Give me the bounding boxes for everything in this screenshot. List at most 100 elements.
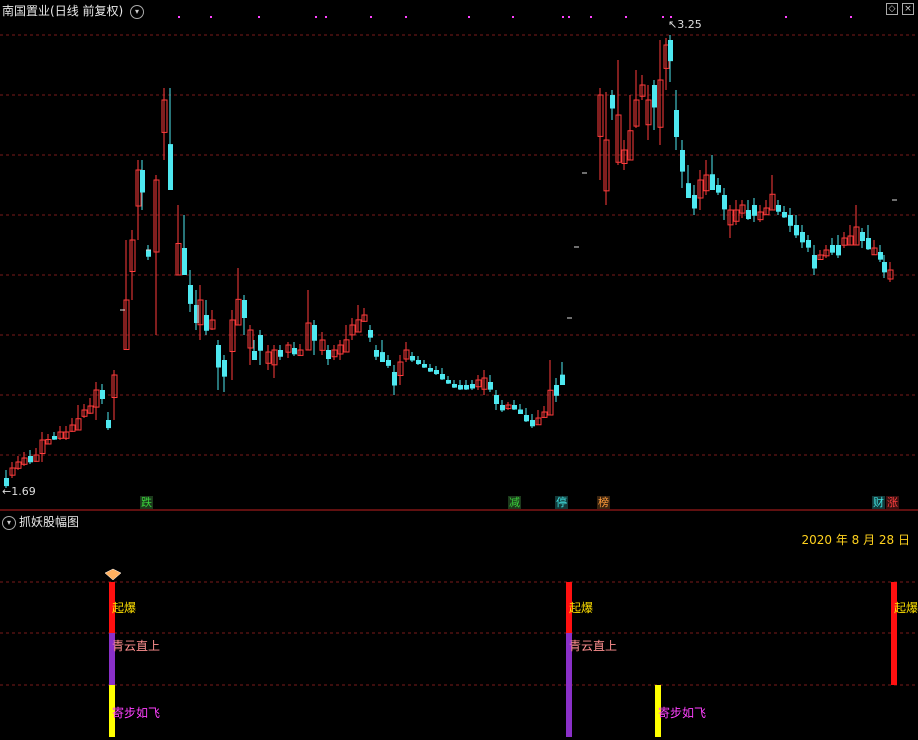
candle-body bbox=[836, 245, 841, 256]
candle-body bbox=[652, 85, 657, 108]
candle-body bbox=[716, 185, 721, 193]
candle-body bbox=[722, 195, 727, 210]
candle-body bbox=[518, 409, 523, 414]
arrow-icon: ← bbox=[2, 485, 12, 498]
candle-body bbox=[392, 372, 397, 386]
marker-dot bbox=[258, 16, 260, 18]
marker-dot bbox=[178, 16, 180, 18]
candle-body bbox=[380, 352, 385, 362]
close-icon[interactable]: × bbox=[902, 3, 914, 15]
signal-qingyun-2: 青云直上 bbox=[569, 639, 618, 653]
signal-bar-red bbox=[891, 582, 897, 685]
candle-body bbox=[312, 325, 317, 341]
candle-body bbox=[668, 40, 673, 62]
candlestick-chart[interactable] bbox=[0, 0, 918, 740]
candle-body bbox=[434, 370, 439, 375]
candle-body bbox=[530, 420, 535, 427]
candle-body bbox=[882, 262, 887, 273]
candle-body bbox=[794, 225, 799, 236]
candle-body bbox=[788, 215, 793, 226]
diamond-icon bbox=[104, 568, 122, 581]
price-high-value: 3.25 bbox=[677, 18, 702, 31]
candle-body bbox=[458, 385, 463, 390]
candle-body bbox=[440, 374, 445, 380]
event-tag-rise[interactable]: 涨 bbox=[886, 496, 899, 509]
marker-dot bbox=[210, 16, 212, 18]
diamond-icon[interactable]: ◇ bbox=[886, 3, 898, 15]
arrow-icon: ↖ bbox=[668, 18, 678, 31]
marker-dot bbox=[468, 16, 470, 18]
marker-dot bbox=[625, 16, 627, 18]
candle-body bbox=[878, 252, 883, 260]
event-tag-finance[interactable]: 财 bbox=[872, 496, 885, 509]
chevron-down-icon[interactable]: ▾ bbox=[130, 4, 145, 19]
event-tag-reduce[interactable]: 减 bbox=[508, 496, 521, 509]
candle-body bbox=[560, 374, 565, 385]
event-tag-text: 跌 bbox=[141, 496, 152, 509]
candle-body bbox=[680, 150, 685, 172]
price-low-value: 1.69 bbox=[11, 485, 36, 498]
candle-body bbox=[416, 360, 421, 365]
candle-body bbox=[446, 380, 451, 384]
event-tag-halt[interactable]: 停 bbox=[555, 496, 568, 509]
candle-body bbox=[146, 250, 151, 257]
candle-body bbox=[610, 95, 615, 109]
candle-body bbox=[860, 232, 865, 241]
candle-body bbox=[182, 248, 187, 275]
candle-body bbox=[216, 345, 221, 368]
candle-body bbox=[410, 356, 415, 361]
candle-body bbox=[752, 205, 757, 216]
candle-body bbox=[464, 385, 469, 390]
candle-body bbox=[524, 415, 529, 422]
candle-body bbox=[512, 405, 517, 410]
marker-dot bbox=[785, 16, 787, 18]
candle-body bbox=[168, 144, 173, 190]
event-tag-text: 财 bbox=[873, 496, 884, 509]
signal-qibao-3: 起爆 bbox=[894, 601, 918, 615]
chevron-down-icon[interactable]: ▾ bbox=[2, 515, 16, 530]
price-low-label: ←1.69 bbox=[2, 485, 36, 498]
candle-body bbox=[830, 245, 835, 253]
marker-dot bbox=[568, 16, 570, 18]
event-tag-text: 榜 bbox=[598, 496, 609, 509]
candle-body bbox=[428, 368, 433, 372]
candle-body bbox=[674, 110, 679, 137]
candle-body bbox=[188, 285, 193, 304]
indicator-date: 2020 年 8 月 28 日 bbox=[801, 533, 910, 547]
marker-dot bbox=[850, 16, 852, 18]
chart-title: 南国置业(日线 前复权) ▾ bbox=[2, 2, 145, 19]
event-tag-fall[interactable]: 跌 bbox=[140, 496, 153, 509]
candle-body bbox=[258, 335, 263, 351]
candle-body bbox=[278, 350, 283, 357]
candle-body bbox=[452, 384, 457, 388]
candle-body bbox=[494, 395, 499, 404]
signal-jibu-1: 寄步如飞 bbox=[112, 706, 161, 720]
candle-body bbox=[776, 205, 781, 212]
candle-body bbox=[812, 255, 817, 269]
event-tag-list[interactable]: 榜 bbox=[597, 496, 610, 509]
candle-body bbox=[100, 390, 105, 399]
candle-body bbox=[368, 330, 373, 338]
event-tag-text: 减 bbox=[509, 496, 520, 509]
candle-body bbox=[140, 170, 145, 193]
signal-qingyun-1: 青云直上 bbox=[112, 639, 161, 653]
candle-body bbox=[782, 212, 787, 218]
candle-body bbox=[488, 382, 493, 390]
candle-body bbox=[866, 238, 871, 250]
candle-body bbox=[686, 183, 691, 198]
price-high-label: ↖3.25 bbox=[668, 18, 702, 31]
candle-body bbox=[746, 210, 751, 219]
candle-body bbox=[806, 240, 811, 248]
marker-dot bbox=[590, 16, 592, 18]
candle-body bbox=[422, 364, 427, 368]
marker-dot bbox=[315, 16, 317, 18]
marker-dot bbox=[370, 16, 372, 18]
candle-body bbox=[710, 174, 715, 190]
candle-body bbox=[292, 348, 297, 355]
signal-jibu-2: 寄步如飞 bbox=[658, 706, 707, 720]
candle-body bbox=[386, 360, 391, 366]
candle-body bbox=[500, 405, 505, 411]
stock-name: 南国置业 bbox=[2, 4, 51, 18]
indicator-name: 抓妖股幅图 bbox=[19, 515, 80, 529]
candle-body bbox=[252, 351, 257, 360]
